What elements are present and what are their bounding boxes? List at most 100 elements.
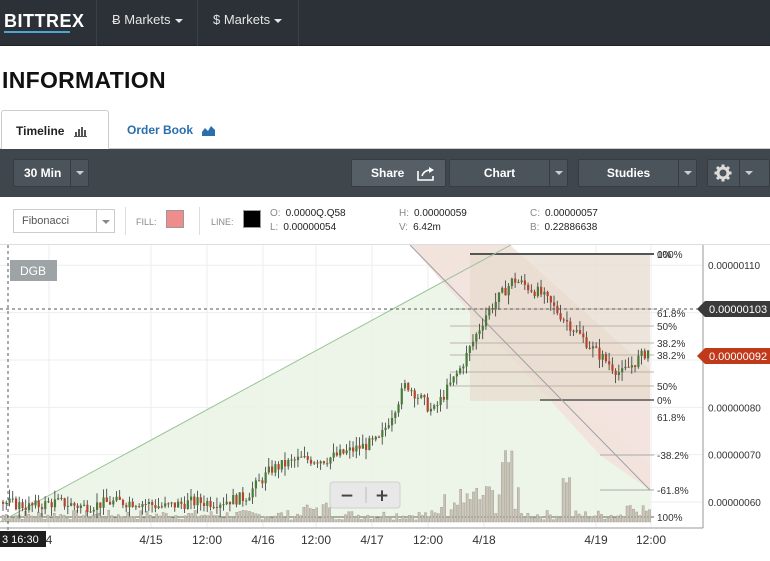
last-price-tag: 0.00000092 [697,348,770,364]
candle-body [258,480,261,482]
volume-bar [49,517,53,523]
volume-bar [277,512,280,523]
line-color-swatch[interactable] [243,210,261,228]
volume-bar [405,518,408,523]
volume-bar [203,514,207,523]
candle-body [225,501,228,505]
candle-body [643,350,646,359]
candle-body [329,457,332,464]
nav-usd-markets-label: $ Markets [213,12,271,27]
candle-body [125,505,128,508]
nav-btc-markets[interactable]: Ƀ Markets [112,12,183,27]
divider [125,207,126,235]
candle-body [251,488,254,498]
tab-timeline[interactable]: Timeline [1,110,109,149]
volume-bar [417,512,421,523]
volume-bar [302,507,306,523]
candle-body [238,492,241,505]
volume-bar [196,516,200,523]
volume-bar [145,510,149,523]
brand-logo[interactable]: BITTREX [4,11,85,32]
candle-body [572,330,575,332]
volume-bar [587,518,590,523]
gear-icon [714,164,732,182]
volume-bar [641,505,645,523]
chevron-down-icon [274,18,283,23]
volume-bar [56,518,59,523]
volume-bar [462,502,466,523]
candle-body [523,280,527,285]
tab-order-book[interactable]: Order Book [113,110,230,149]
fill-color-swatch[interactable] [166,210,184,228]
candle-body [598,347,601,360]
nav-divider [197,0,198,46]
candle-body [549,296,552,303]
studies-label: Studies [606,166,651,180]
zoom-out-button[interactable]: − [340,486,354,506]
candle-body [283,460,287,467]
volume-bar [574,510,578,523]
candle-body [630,365,633,368]
candle-body [494,301,497,310]
volume-bar [440,507,443,523]
chart-toolbar: 30 Min Share Chart Studies [0,149,770,197]
volume-bar [62,514,66,523]
share-button[interactable]: Share [351,159,446,187]
candle-body [416,397,420,399]
volume-bar [286,510,290,523]
volume-bar [171,517,175,523]
nav-usd-markets[interactable]: $ Markets [213,12,283,27]
candle-body [131,501,134,507]
volume-bar [421,515,424,523]
volume-bar [78,518,82,523]
candle-body [83,504,86,506]
drawing-tool-select[interactable]: Fibonacci [13,209,115,233]
candle-body [11,498,14,500]
candle-body [578,330,582,334]
volume-bar [520,513,523,523]
candle-body [89,511,92,513]
volume-bar [107,509,110,523]
candle-body [426,397,429,412]
volume-bar [507,462,511,523]
candle-body [634,365,637,367]
candle-body [235,495,238,505]
volume-bar [184,515,187,523]
price-chart[interactable]: 100% 61.8% 50% 38.2%38.2% 50% 0% 61.8% -38.2% -6… [0,245,770,561]
volume-bar [200,515,203,523]
volume-bar [283,517,287,523]
candle-body [170,502,173,504]
x-tick-label: 4/15 [139,533,163,547]
candle-body [361,443,364,449]
candle-body [332,452,335,458]
volume-bar [446,517,450,523]
candle-body [585,337,588,348]
candle-body [400,388,403,405]
candle-body [79,505,82,508]
candle-body [183,503,186,509]
volume-bar [609,514,613,523]
volume-bar [430,510,434,523]
volume-bar [517,487,520,523]
candle-body [471,341,475,347]
candle-body [352,447,355,452]
candle-body [44,501,47,510]
x-tick-label: 12:00 [413,533,443,547]
studies-select[interactable]: Studies [578,159,697,187]
candle-body [199,497,202,504]
volume-bar [341,519,344,523]
volume-bar [552,519,555,523]
volume-bar [53,513,56,523]
candle-body [510,278,514,286]
candle-body [118,496,121,500]
candle-body [264,472,267,484]
volume-bar [209,511,213,523]
volume-bar [289,519,293,523]
volume-bar [312,509,315,523]
volume-bar [392,519,395,523]
settings-menu[interactable] [707,159,770,187]
interval-select[interactable]: 30 Min [13,159,89,187]
chart-type-select[interactable]: Chart [449,159,568,187]
candle-body [478,330,481,335]
zoom-in-button[interactable]: + [375,486,389,506]
